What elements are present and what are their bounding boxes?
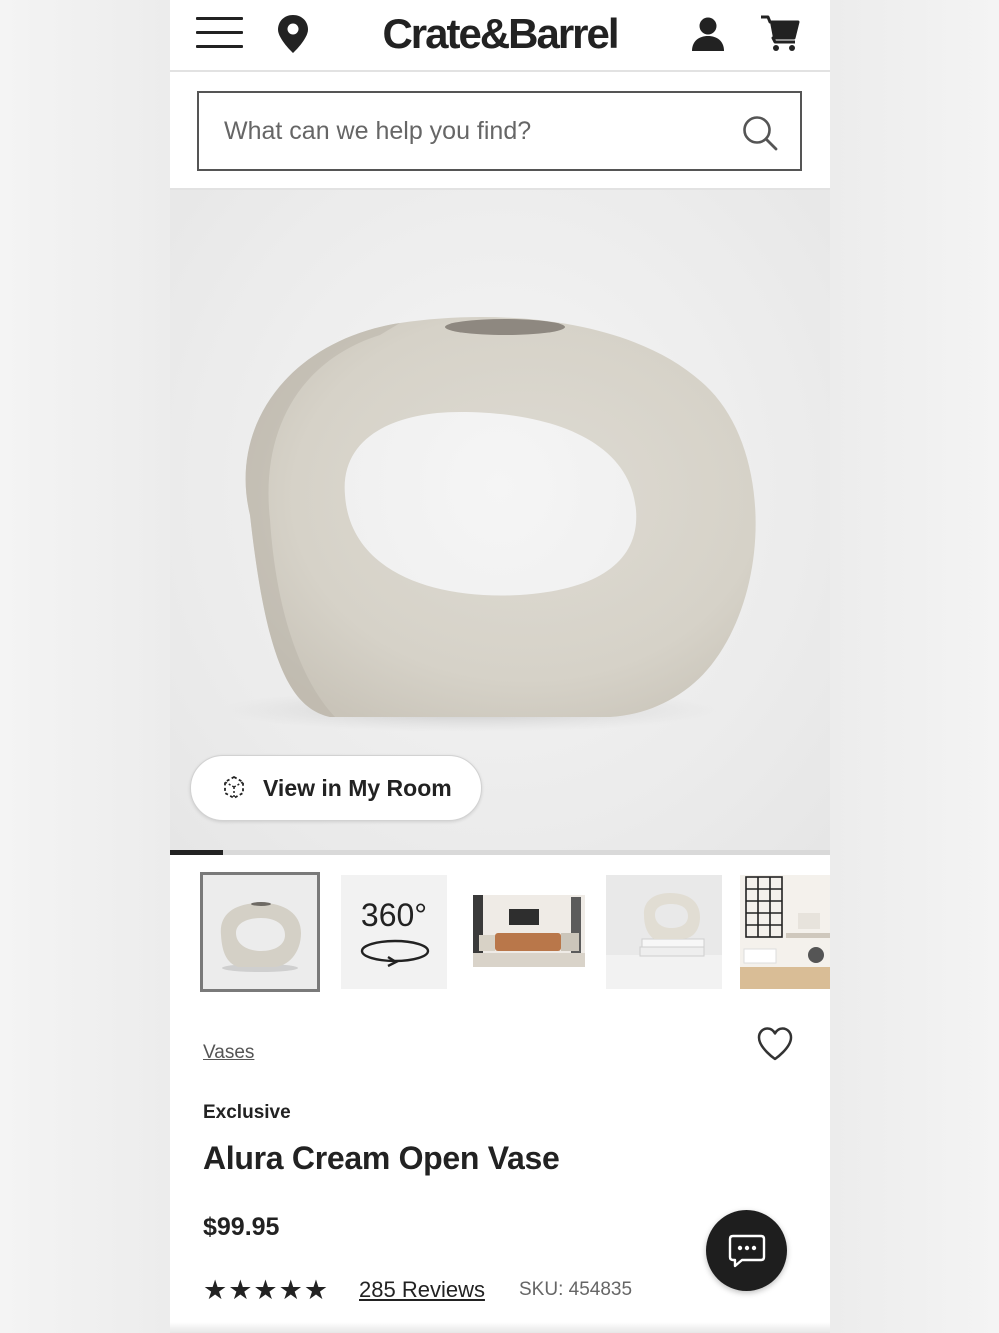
view-in-room-button[interactable]: View in My Room bbox=[190, 755, 482, 821]
search-input[interactable] bbox=[224, 93, 724, 169]
thumbnail-360-view[interactable]: 360° bbox=[341, 875, 447, 989]
cart-icon[interactable] bbox=[760, 14, 800, 52]
location-pin-icon[interactable] bbox=[276, 14, 310, 54]
360-label: 360° bbox=[360, 897, 428, 933]
star-rating[interactable]: ★★★★★ bbox=[203, 1275, 329, 1306]
category-breadcrumb-link[interactable]: Vases bbox=[203, 1042, 254, 1064]
mobile-viewport: Crate&Barrel What can we help you find? … bbox=[170, 0, 830, 1333]
search-bar bbox=[170, 72, 830, 190]
thumbnail-product-photo[interactable] bbox=[200, 872, 320, 992]
vase-image bbox=[220, 317, 756, 732]
thumbnail-office-room-photo[interactable] bbox=[740, 875, 830, 989]
reviews-link[interactable]: 285 Reviews bbox=[359, 1277, 485, 1303]
product-hero-image[interactable]: View in My Room bbox=[170, 190, 830, 850]
thumbnail-strip: 360° bbox=[170, 865, 830, 1005]
gallery-progress-track bbox=[170, 850, 830, 855]
chat-bubble-icon bbox=[728, 1234, 766, 1268]
search-box bbox=[197, 91, 802, 171]
user-icon[interactable] bbox=[690, 16, 726, 52]
page-background-left bbox=[0, 0, 170, 1333]
product-sku: SKU: 454835 bbox=[519, 1279, 633, 1300]
site-header: Crate&Barrel bbox=[170, 0, 830, 72]
thumbnail-styled-vase-photo[interactable] bbox=[606, 875, 722, 989]
bottom-edge bbox=[170, 1322, 830, 1333]
product-price: $99.95 bbox=[203, 1213, 280, 1241]
ar-cube-icon bbox=[224, 775, 244, 800]
gallery-progress-fill bbox=[170, 850, 223, 855]
heart-icon[interactable] bbox=[756, 1026, 794, 1062]
chat-button[interactable] bbox=[706, 1210, 787, 1291]
view-in-room-label: View in My Room bbox=[263, 775, 452, 801]
search-icon[interactable] bbox=[741, 114, 779, 152]
page-background-right bbox=[830, 0, 999, 1333]
hamburger-menu-icon[interactable] bbox=[196, 17, 244, 51]
exclusive-badge: Exclusive bbox=[203, 1102, 291, 1123]
site-logo[interactable]: Crate&Barrel bbox=[350, 10, 650, 58]
rotate-icon bbox=[360, 939, 430, 967]
thumbnail-living-room-photo[interactable] bbox=[471, 875, 587, 989]
product-title: Alura Cream Open Vase bbox=[203, 1140, 560, 1176]
